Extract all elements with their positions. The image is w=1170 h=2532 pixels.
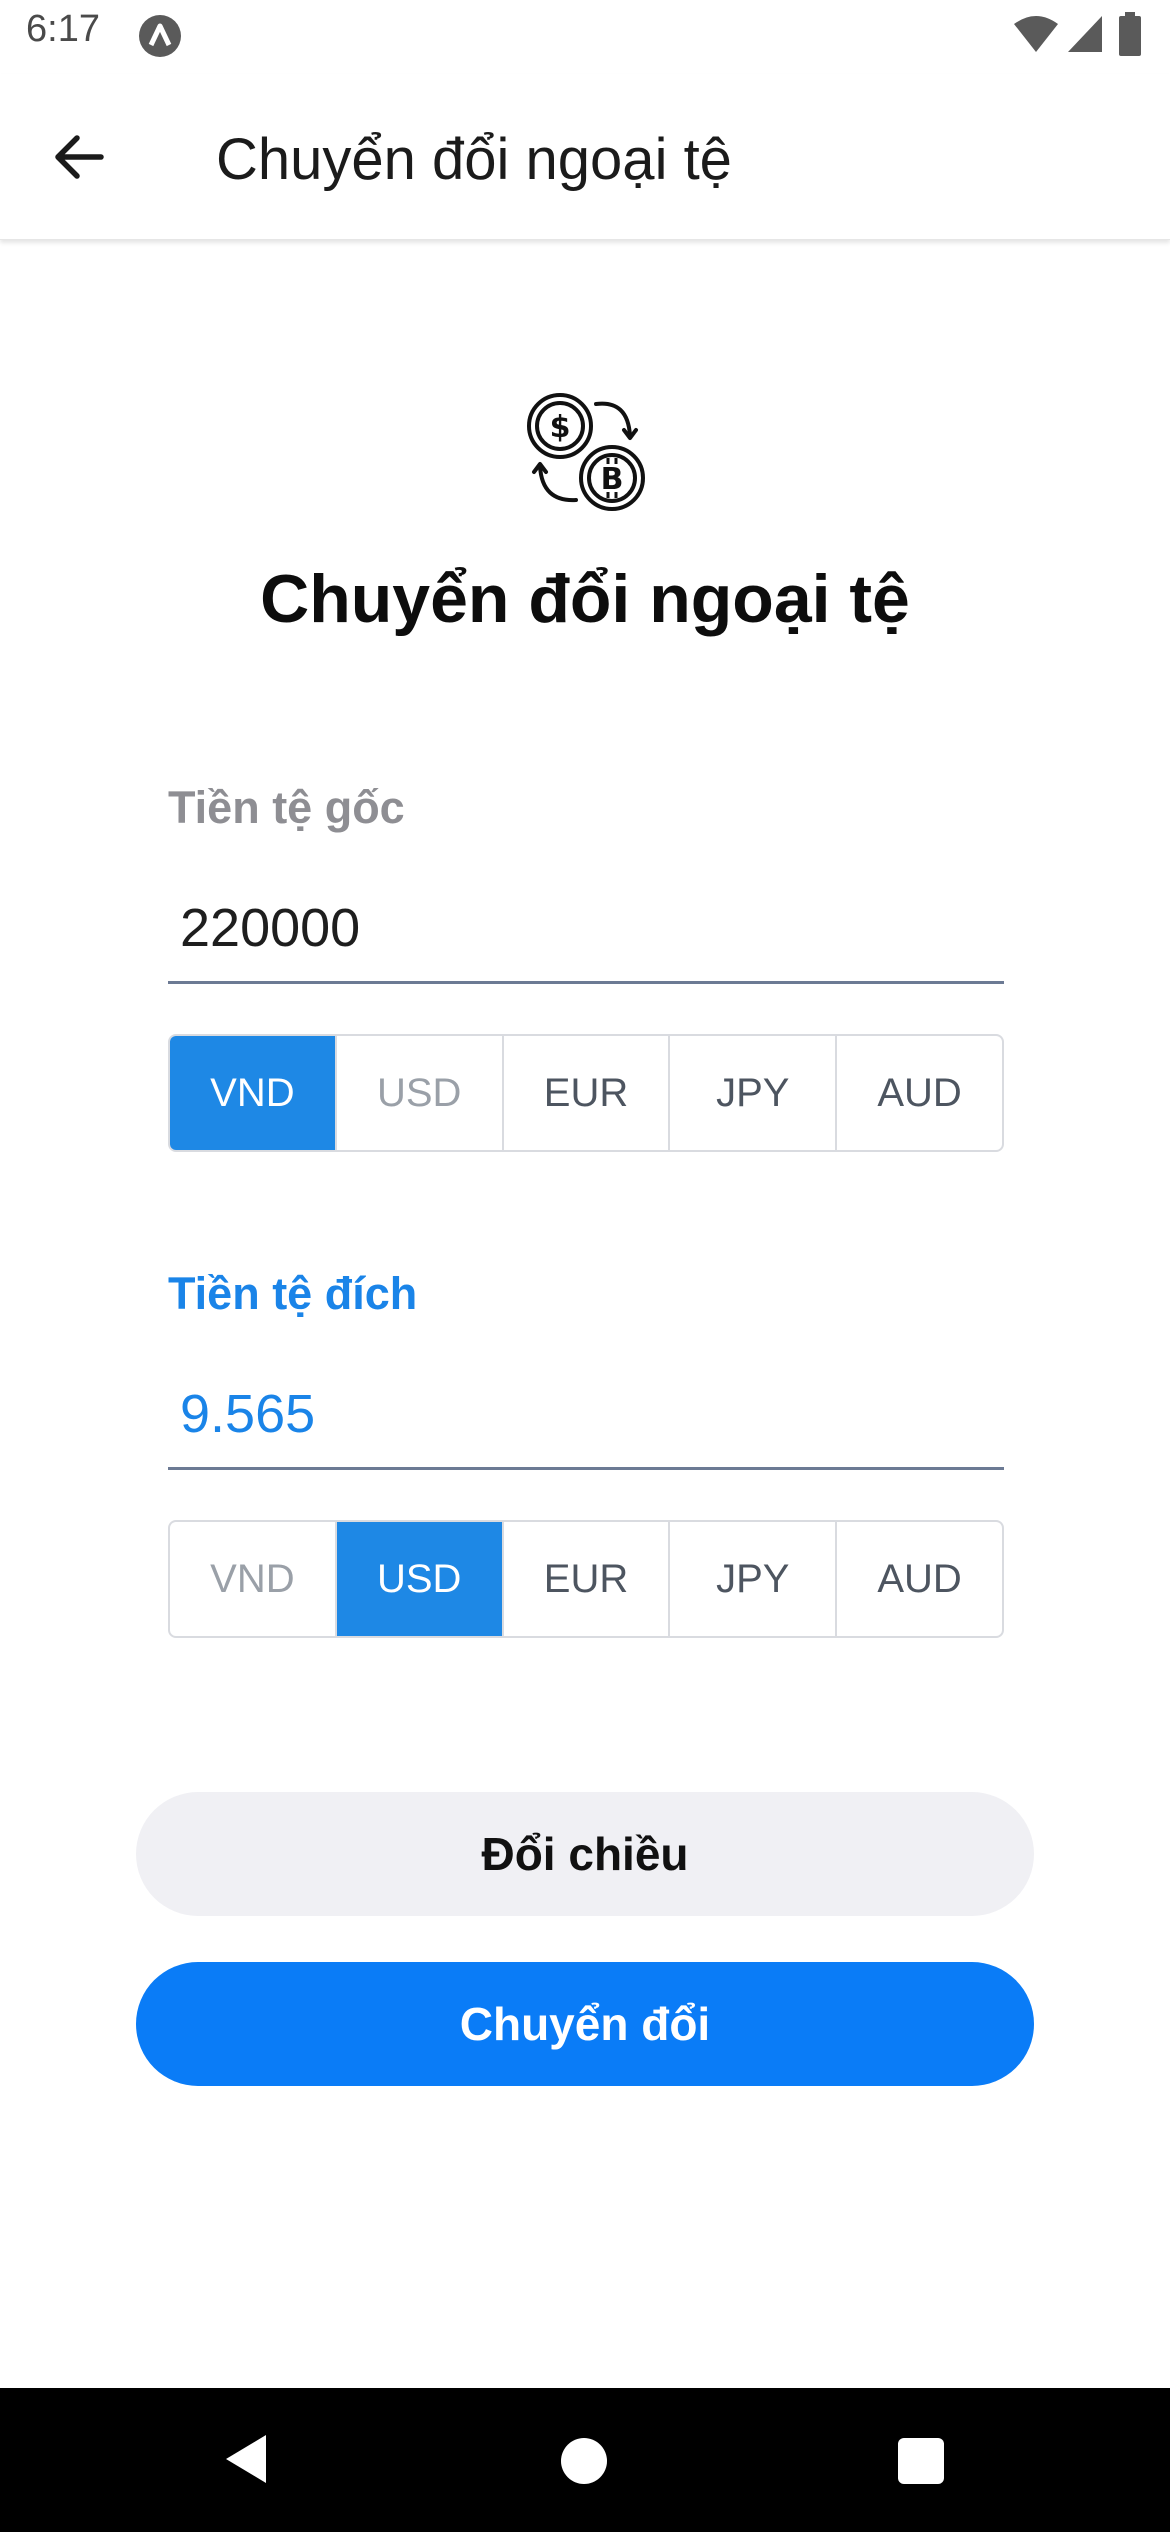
app-bar-title: Chuyển đổi ngoại tệ xyxy=(216,127,732,192)
target-option-jpy[interactable]: JPY xyxy=(668,1522,835,1636)
app-bar: Chuyển đổi ngoại tệ xyxy=(0,74,1170,240)
source-option-usd[interactable]: USD xyxy=(334,1036,502,1150)
source-option-vnd[interactable]: VND xyxy=(170,1036,335,1150)
back-button[interactable] xyxy=(40,118,118,196)
cell-signal-icon xyxy=(1068,16,1102,52)
source-currency-selector: VND USD EUR JPY AUD xyxy=(168,1034,1004,1152)
battery-icon xyxy=(1119,12,1141,56)
a-letter-icon xyxy=(139,15,181,57)
circle-home-icon[interactable] xyxy=(561,2438,607,2484)
target-option-aud[interactable]: AUD xyxy=(835,1522,1002,1636)
system-nav-bar xyxy=(0,2388,1170,2532)
target-amount-input[interactable] xyxy=(168,1360,1004,1470)
square-recents-icon[interactable] xyxy=(898,2438,944,2484)
target-option-vnd[interactable]: VND xyxy=(170,1522,335,1636)
wifi-icon xyxy=(1014,16,1058,52)
arrow-left-icon xyxy=(55,135,104,179)
source-option-eur[interactable]: EUR xyxy=(501,1036,669,1150)
swap-button[interactable]: Đổi chiều xyxy=(136,1792,1034,1916)
target-option-eur[interactable]: EUR xyxy=(501,1522,669,1636)
target-currency-selector: VND USD EUR JPY AUD xyxy=(168,1520,1004,1638)
convert-button[interactable]: Chuyển đổi xyxy=(136,1962,1034,2086)
triangle-back-icon[interactable] xyxy=(222,2432,270,2486)
target-currency-label: Tiền tệ đích xyxy=(168,1268,418,1319)
currency-exchange-icon: $ B xyxy=(527,393,645,511)
target-option-usd[interactable]: USD xyxy=(334,1522,502,1636)
page-title: Chuyển đổi ngoại tệ xyxy=(260,561,910,637)
svg-text:B: B xyxy=(601,462,624,497)
source-amount-input[interactable] xyxy=(168,874,1004,984)
source-option-aud[interactable]: AUD xyxy=(835,1036,1002,1150)
source-option-jpy[interactable]: JPY xyxy=(668,1036,835,1150)
svg-text:$: $ xyxy=(550,410,571,445)
source-currency-label: Tiền tệ gốc xyxy=(168,782,405,833)
status-time: 6:17 xyxy=(26,8,100,50)
status-bar: 6:17 xyxy=(0,0,1170,74)
